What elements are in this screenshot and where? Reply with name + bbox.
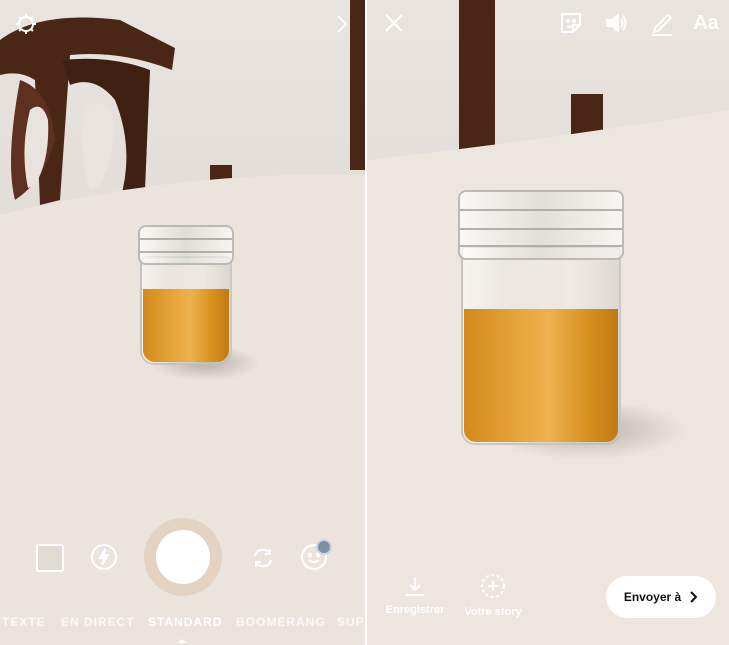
pen-icon — [652, 13, 673, 36]
flip-camera-icon — [254, 548, 272, 568]
text-tool-button[interactable]: Aa — [689, 8, 723, 38]
mode-texte[interactable]: TEXTE — [2, 615, 46, 629]
send-to-label: Envoyer à — [623, 590, 682, 604]
jar-thread — [459, 245, 623, 248]
jar-honey — [464, 309, 618, 442]
mode-supe[interactable]: SUPE — [337, 615, 365, 629]
story-editor-screen: Aa Enregistrer Votre story Envoyer à — [367, 0, 729, 645]
face-filter-button[interactable] — [299, 539, 332, 572]
flip-camera-button[interactable] — [248, 543, 278, 573]
mode-boomerang[interactable]: BOOMERANG — [236, 615, 326, 629]
save-label: Enregistrer — [385, 604, 445, 616]
gallery-button[interactable] — [36, 544, 64, 572]
next-button[interactable] — [330, 10, 354, 38]
flash-icon — [91, 544, 117, 570]
draw-button[interactable] — [647, 8, 677, 38]
your-story-label: Votre story — [464, 606, 522, 618]
mode-en-direct[interactable]: EN DIRECT — [61, 615, 135, 629]
send-to-button[interactable]: Envoyer à — [606, 576, 716, 618]
photo-preview — [367, 0, 729, 645]
chevron-right-icon — [337, 15, 348, 33]
gear-icon — [16, 14, 36, 34]
jar-thread — [459, 228, 623, 231]
jar-thread — [459, 208, 623, 211]
jar-neck — [457, 190, 625, 261]
mode-standard[interactable]: STANDARD — [148, 615, 222, 629]
honey-jar — [138, 225, 234, 365]
your-story-button[interactable]: Votre story — [463, 572, 523, 618]
speaker-icon — [606, 12, 627, 34]
close-icon — [385, 14, 403, 32]
close-button[interactable] — [381, 10, 407, 36]
gallery-square-icon — [36, 544, 64, 572]
jar-thread — [140, 237, 232, 240]
shutter-inner — [156, 530, 210, 584]
shutter-button[interactable] — [144, 518, 222, 596]
honey-jar — [457, 190, 625, 445]
jar-neck — [138, 225, 234, 266]
settings-button[interactable] — [12, 10, 40, 38]
download-icon — [406, 577, 424, 596]
sound-button[interactable] — [601, 8, 631, 38]
add-story-icon — [481, 574, 505, 598]
save-button[interactable]: Enregistrer — [385, 574, 445, 616]
flash-button[interactable] — [89, 542, 119, 572]
mode-selector: TEXTE EN DIRECT STANDARD BOOMERANG SUPE — [0, 609, 365, 629]
jar-honey — [143, 289, 229, 362]
notification-dot — [316, 539, 332, 555]
sticker-icon — [561, 13, 581, 33]
active-mode-caret — [178, 639, 186, 643]
camera-screen: TEXTE EN DIRECT STANDARD BOOMERANG SUPE — [0, 0, 365, 645]
sticker-button[interactable] — [556, 8, 586, 38]
chevron-right-icon — [690, 591, 698, 603]
jar-thread — [140, 250, 232, 253]
